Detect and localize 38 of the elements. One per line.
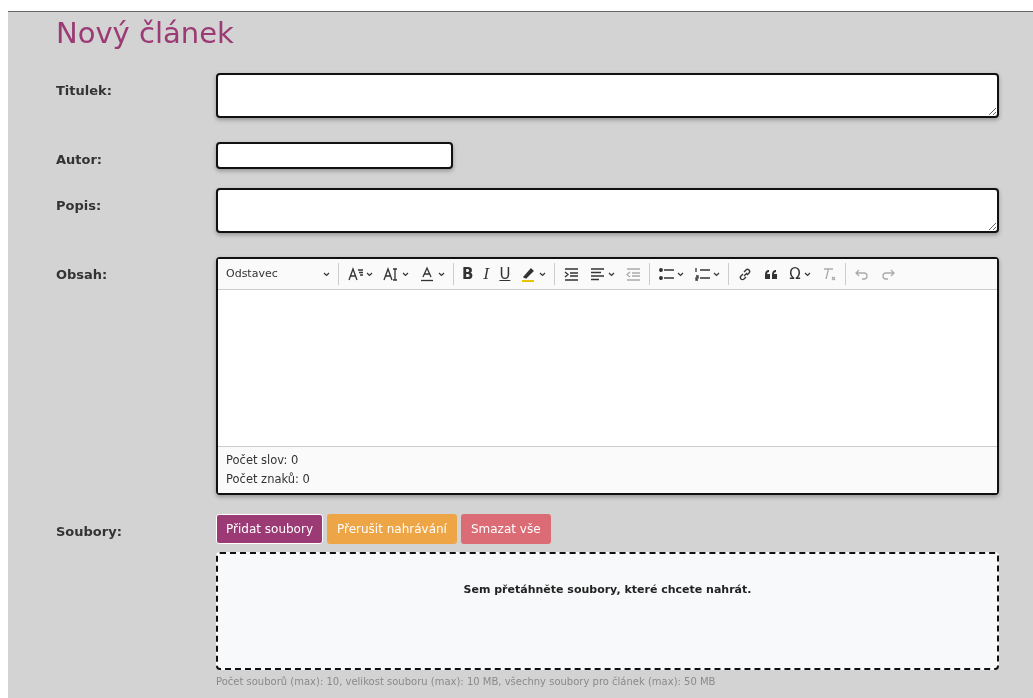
upload-action-button[interactable]: Přidat soubory (216, 514, 323, 545)
caret-icon (323, 271, 330, 277)
input-field[interactable] (216, 141, 453, 169)
field-label: Popis: (56, 197, 103, 216)
font-family-icon (383, 266, 399, 283)
caret-icon (713, 271, 721, 277)
align-left-icon (589, 266, 606, 283)
font-color-icon (419, 266, 435, 283)
toolbar-button[interactable]: B (458, 262, 478, 287)
caret-icon (402, 271, 409, 277)
highlighter-icon (520, 266, 537, 283)
page-title: Nový článek (56, 16, 235, 51)
indent-icon (563, 266, 580, 283)
numbered-list-icon (694, 266, 711, 283)
upload-limits-hint: Počet souborů (max): 10, velikost souboru (max): 10 MB, všechny soubory pro článek (max): 50 MB (216, 675, 717, 690)
drop-zone-text: Sem přetáhněte soubory, které chcete nahrát. (463, 582, 752, 599)
font-size-icon (347, 266, 363, 283)
outdent-icon (625, 266, 642, 283)
word-count: Počet slov: 0 (226, 452, 300, 470)
paragraph-dropdown[interactable]: Odstavec (222, 262, 334, 287)
field-label: Titulek: (56, 81, 113, 100)
toolbar-button[interactable]: I (479, 262, 494, 287)
character-count: Počet znaků: 0 (226, 471, 311, 489)
caret-icon (803, 271, 811, 277)
caret-icon (438, 271, 445, 277)
caret-icon (677, 271, 685, 277)
toolbar-button[interactable]: U (495, 262, 515, 287)
text-area[interactable] (216, 188, 999, 234)
toolbar-button[interactable]: Ω (785, 262, 815, 287)
file-drop-zone[interactable]: Sem přetáhněte soubory, které chcete nahrát. (216, 552, 999, 671)
field-label: Autor: (56, 150, 104, 169)
text-area[interactable] (216, 72, 999, 118)
bulleted-list-icon (658, 266, 675, 283)
field-label: Soubory: (56, 523, 123, 542)
field-label: Obsah: (56, 266, 109, 285)
caret-icon (366, 271, 373, 277)
caret-icon (539, 271, 547, 277)
caret-icon (608, 271, 616, 277)
